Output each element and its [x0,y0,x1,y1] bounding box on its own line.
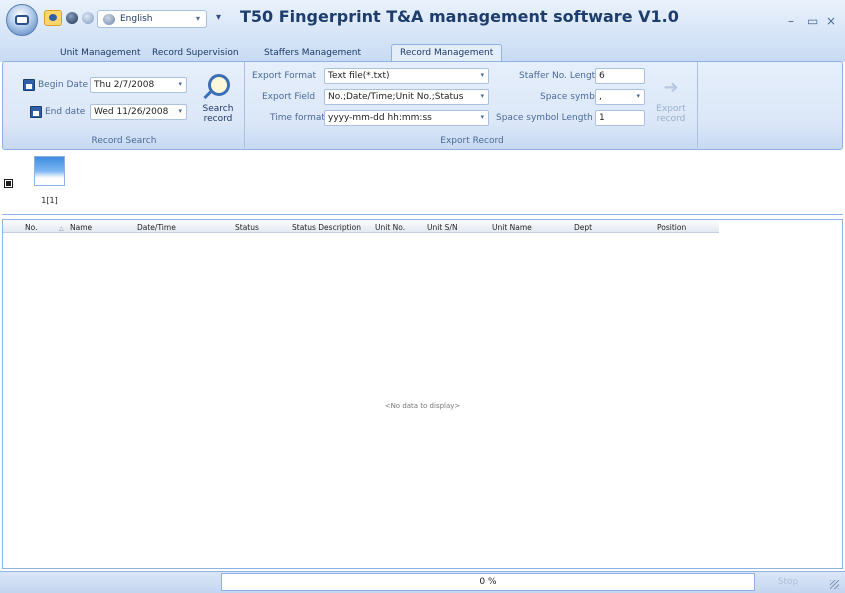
chevron-down-icon: ▾ [636,92,640,100]
close-button[interactable]: × [826,14,836,28]
records-grid[interactable] [2,219,843,569]
space-symbol-value: , [599,92,602,102]
unit-selection-area [2,151,843,215]
column-header-position[interactable]: Position [657,221,686,233]
space-symbol-length-input[interactable]: 1 [595,110,645,126]
export-field-label: Export Field [262,92,316,102]
stop-button[interactable]: Stop [760,573,816,591]
end-date-label: End date [45,107,86,117]
column-header-unit-name[interactable]: Unit Name [492,221,532,233]
export-arrow-icon: ➜ [663,77,679,98]
chevron-down-icon: ▾ [480,92,484,100]
export-format-label: Export Format [252,71,317,81]
unit-device-icon[interactable] [34,156,65,186]
begin-date-label: Begin Date [38,80,89,90]
export-format-select[interactable]: Text file(*.txt) ▾ [324,68,489,84]
record-search-group-label: Record Search [91,136,157,146]
space-symbol-length-value: 1 [599,113,605,123]
export-record-group-label: Export Record [440,136,504,146]
column-header-unit-no[interactable]: Unit No. [375,221,405,233]
chevron-down-icon: ▾ [480,113,484,121]
chevron-down-icon: ▾ [480,71,484,79]
staffer-no-length-label: Staffer No. Length [519,71,601,81]
column-header-unit-sn[interactable]: Unit S/N [427,221,458,233]
calendar-icon [23,79,35,91]
globe-icon [103,14,115,25]
space-symbol-select[interactable]: , ▾ [595,89,645,105]
staffer-no-length-input[interactable]: 6 [595,68,645,84]
minimize-button[interactable]: – [788,14,794,28]
application-menu-button[interactable] [6,4,38,36]
column-header-dept[interactable]: Dept [574,221,592,233]
tab-staffers-management[interactable]: Staffers Management [264,44,361,62]
quick-access-customize-icon[interactable]: ▾ [216,12,221,23]
quick-access-theme-light-icon[interactable] [82,12,94,24]
time-format-select[interactable]: yyyy-mm-dd hh:mm:ss ▾ [324,110,489,126]
export-format-value: Text file(*.txt) [328,71,390,81]
quick-access-user-icon[interactable] [44,10,62,26]
export-record-label: Export record [656,104,686,124]
unit-checkbox[interactable] [4,179,13,188]
space-symbol-label: Space symbol [540,92,603,102]
language-select[interactable]: English ▾ [97,10,207,28]
column-header-no[interactable]: No. [25,221,37,233]
resize-grip-icon[interactable] [830,580,839,589]
search-record-label: Search record [202,104,234,124]
tab-record-supervision[interactable]: Record Supervision [152,44,239,62]
app-icon [15,15,29,25]
maximize-button[interactable]: ▭ [807,14,818,28]
chevron-down-icon: ▾ [178,107,182,115]
grid-header [3,221,719,233]
magnifier-icon [208,74,230,96]
space-symbol-length-label: Space symbol Length [496,113,593,123]
progress-bar: 0 % [221,573,755,591]
time-format-value: yyyy-mm-dd hh:mm:ss [328,113,432,123]
end-date-value: Wed 11/26/2008 [94,107,169,117]
grid-empty-message: <No data to display> [384,402,461,410]
tab-record-management[interactable]: Record Management [391,44,503,62]
time-format-label: Time format [270,113,325,123]
unit-label: 1[1] [41,196,58,205]
begin-date-value: Thu 2/7/2008 [94,80,155,90]
export-record-button[interactable]: ➜ Export record [650,68,692,130]
language-value: English [120,14,153,24]
tab-unit-management[interactable]: Unit Management [60,44,140,62]
column-header-status[interactable]: Status [235,221,259,233]
calendar-icon [30,106,42,118]
sort-ascending-icon: △ [59,225,64,232]
begin-date-picker[interactable]: Thu 2/7/2008 ▾ [90,77,187,93]
column-header-name[interactable]: Name [70,221,92,233]
chevron-down-icon: ▾ [195,14,200,23]
quick-access-theme-dark-icon[interactable] [66,12,78,24]
export-field-select[interactable]: No.;Date/Time;Unit No.;Status ▾ [324,89,489,105]
column-header-date-time[interactable]: Date/Time [137,221,176,233]
chevron-down-icon: ▾ [178,80,182,88]
search-record-button[interactable]: Search record [192,68,244,130]
export-field-value: No.;Date/Time;Unit No.;Status [328,92,464,102]
column-header-status-description[interactable]: Status Description [292,221,361,233]
app-title: T50 Fingerprint T&A management software … [240,7,679,26]
staffer-no-length-value: 6 [599,71,605,81]
end-date-picker[interactable]: Wed 11/26/2008 ▾ [90,104,187,120]
